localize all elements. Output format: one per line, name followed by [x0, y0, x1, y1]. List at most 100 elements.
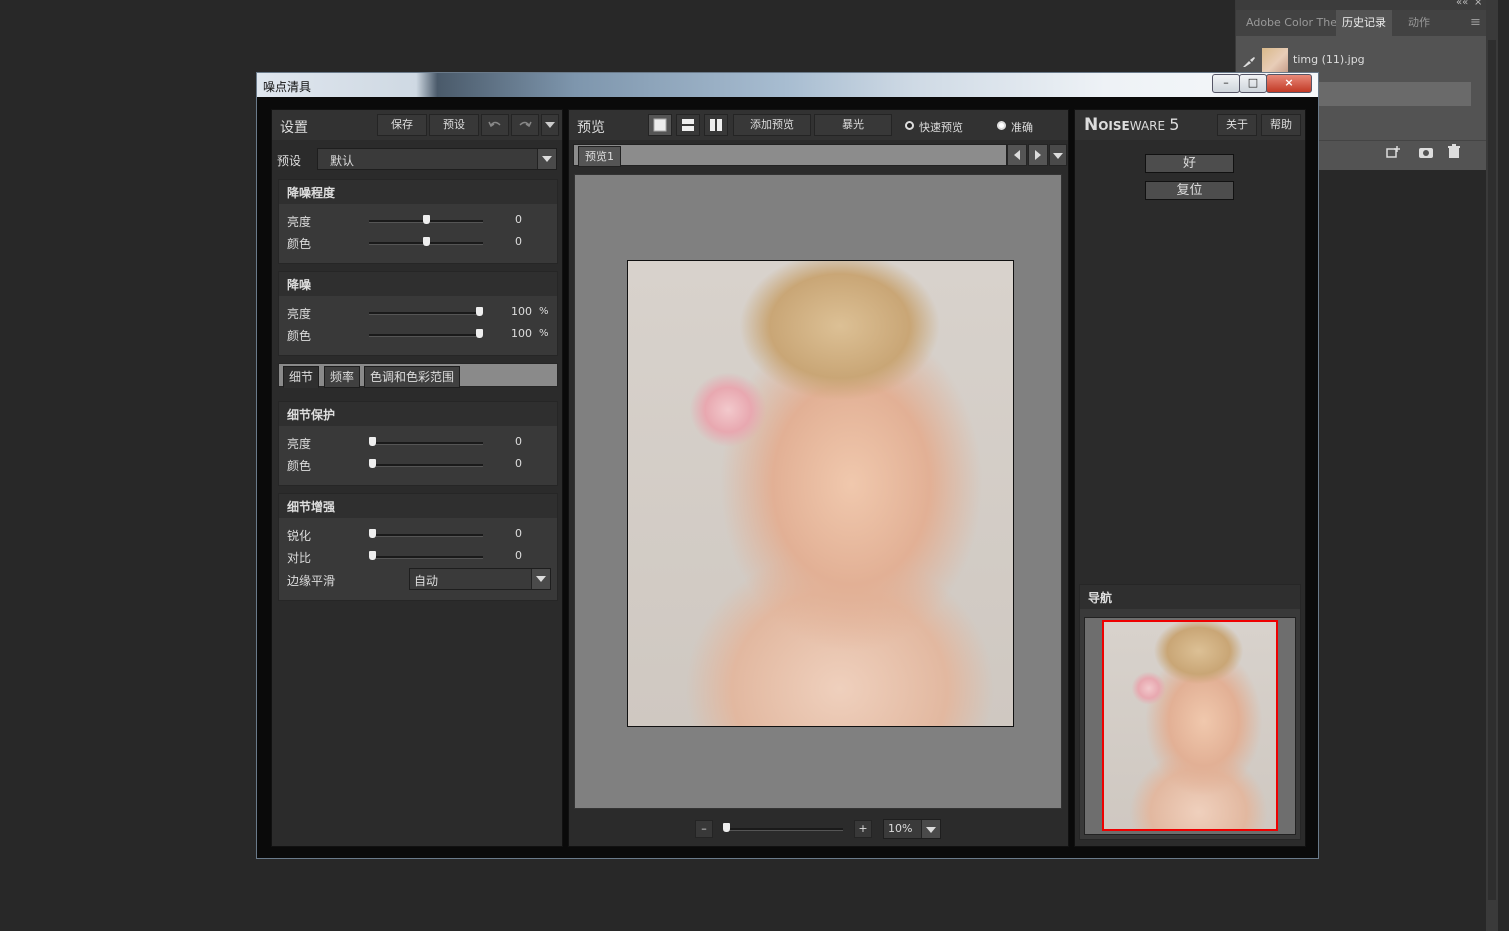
chevron-down-icon [545, 122, 555, 128]
trash-icon[interactable] [1447, 144, 1461, 159]
next-tab-button[interactable] [1028, 144, 1048, 166]
ok-button[interactable]: 好 [1145, 154, 1234, 173]
noiseware-logo: NOISEWARE 5 [1084, 115, 1180, 135]
protect-luminance-slider[interactable] [369, 437, 483, 446]
undo-icon [488, 121, 501, 128]
dialog-title: 噪点清具 [263, 80, 312, 94]
zoom-in-button[interactable]: + [854, 820, 872, 838]
color-label: 颜色 [287, 329, 312, 343]
redo-button[interactable] [511, 114, 539, 136]
preset-value: 默认 [330, 154, 355, 168]
tab-adobe-color[interactable]: Adobe Color The [1240, 10, 1343, 36]
split-horizontal-button[interactable] [676, 114, 700, 136]
zoom-slider[interactable] [723, 823, 843, 832]
zoom-select[interactable]: 10% [883, 819, 941, 839]
camera-icon[interactable] [1418, 145, 1434, 159]
zoom-value: 10% [888, 822, 913, 835]
add-preview-button[interactable]: 添加预览 [733, 114, 811, 136]
preset-label: 预设 [277, 154, 302, 168]
slider-knob[interactable] [369, 529, 376, 538]
new-snapshot-icon[interactable] [1386, 145, 1402, 159]
fast-preview-label: 快速预览 [919, 121, 963, 134]
slider-knob[interactable] [422, 237, 430, 246]
slider-knob[interactable] [422, 215, 430, 224]
slider-knob[interactable] [369, 551, 376, 560]
navigator-frame [1084, 617, 1296, 835]
dialog-titlebar[interactable]: 噪点清具 – □ × [257, 73, 1318, 97]
slider-value: 0 [515, 235, 522, 248]
level-color-slider[interactable] [369, 237, 483, 246]
workspace-scrollbar[interactable] [1486, 0, 1498, 931]
reset-button[interactable]: 复位 [1145, 181, 1234, 200]
color-label: 颜色 [287, 237, 312, 251]
fast-preview-radio[interactable] [905, 121, 914, 130]
chevron-down-icon [921, 820, 940, 838]
navigator-view-rect[interactable] [1102, 620, 1278, 831]
group-title: 降噪程度 [287, 186, 336, 200]
slider-knob[interactable] [476, 329, 483, 338]
preset-button[interactable]: 预设 [429, 114, 479, 136]
navigator-title: 导航 [1088, 591, 1113, 605]
slider-knob[interactable] [369, 459, 376, 468]
undo-button[interactable] [481, 114, 509, 136]
single-view-button[interactable] [648, 114, 672, 136]
edge-smoothing-label: 边缘平滑 [287, 574, 336, 588]
reduction-luminance-slider[interactable] [369, 307, 483, 316]
slider-knob[interactable] [476, 307, 483, 316]
chevron-down-icon [531, 569, 550, 589]
group-title: 降噪 [287, 278, 312, 292]
about-button[interactable]: 关于 [1217, 114, 1257, 136]
redo-icon [519, 121, 532, 128]
protect-color-slider[interactable] [369, 459, 483, 468]
chevron-down-icon [537, 149, 556, 169]
noise-dialog: 噪点清具 – □ × 设置 保存 预设 预设 默认 降噪程度 亮度 0 颜色 0… [256, 72, 1319, 859]
group-noise-level: 降噪程度 亮度 0 颜色 0 [278, 179, 558, 264]
split-vertical-icon [710, 119, 722, 131]
panel-tabs: Adobe Color The 历史记录 动作 ≡ [1236, 10, 1487, 36]
collapse-icon[interactable]: «« [1456, 0, 1468, 8]
zoom-out-button[interactable]: – [695, 820, 713, 838]
slider-value: 0 [515, 457, 522, 470]
split-vertical-button[interactable] [704, 114, 728, 136]
level-luminance-slider[interactable] [369, 215, 483, 224]
slider-value: 100 [511, 327, 532, 340]
close-icon[interactable]: × [1474, 0, 1482, 8]
close-button[interactable]: × [1266, 74, 1312, 93]
slider-knob[interactable] [369, 437, 376, 446]
noiseware-panel: NOISEWARE 5 关于 帮助 好 复位 导航 [1074, 109, 1306, 847]
tab-actions[interactable]: 动作 [1402, 10, 1436, 36]
exposure-button[interactable]: 暴光 [814, 114, 892, 136]
single-view-icon [653, 118, 667, 132]
panel-menu-icon[interactable]: ≡ [1464, 10, 1487, 36]
save-button[interactable]: 保存 [377, 114, 427, 136]
group-title: 细节增强 [287, 500, 336, 514]
tab-tone-color-range[interactable]: 色调和色彩范围 [364, 366, 461, 388]
settings-menu-button[interactable] [541, 114, 559, 136]
preset-select[interactable]: 默认 [317, 148, 557, 170]
navigator-panel: 导航 [1079, 584, 1301, 840]
edge-smoothing-select[interactable]: 自动 [409, 568, 551, 590]
group-detail-enhancement: 细节增强 锐化 0 对比 0 边缘平滑 自动 [278, 493, 558, 601]
tab-menu-button[interactable] [1049, 144, 1067, 166]
group-noise-reduction: 降噪 亮度 100 % 颜色 100 % [278, 271, 558, 356]
accurate-label: 准确 [1011, 121, 1033, 134]
tab-history[interactable]: 历史记录 [1336, 10, 1392, 36]
minimize-button[interactable]: – [1212, 74, 1240, 93]
reduction-color-slider[interactable] [369, 329, 483, 338]
slider-knob[interactable] [723, 823, 730, 832]
preview-title: 预览 [577, 120, 605, 136]
help-button[interactable]: 帮助 [1261, 114, 1301, 136]
contrast-slider[interactable] [369, 551, 483, 560]
slider-value: 0 [515, 213, 522, 226]
sharpen-slider[interactable] [369, 529, 483, 538]
preview-header: 预览 添加预览 暴光 快速预览 准确 [569, 110, 1068, 140]
tab-preview1[interactable]: 预览1 [578, 146, 621, 167]
slider-value: 0 [515, 527, 522, 540]
preview-canvas[interactable] [574, 174, 1062, 809]
tab-detail[interactable]: 细节 [283, 366, 320, 388]
color-label: 颜色 [287, 459, 312, 473]
maximize-button[interactable]: □ [1239, 74, 1267, 93]
tab-frequency[interactable]: 频率 [324, 366, 361, 388]
accurate-radio[interactable] [997, 121, 1006, 130]
prev-tab-button[interactable] [1007, 144, 1027, 166]
